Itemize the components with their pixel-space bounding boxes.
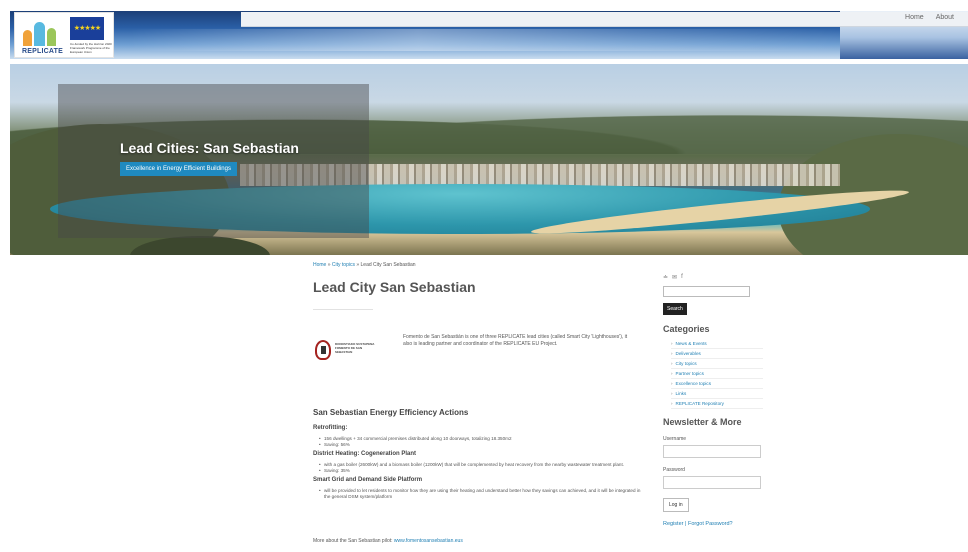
social-icons: ≐ ✉ f bbox=[663, 274, 763, 281]
category-label: Links bbox=[675, 391, 687, 396]
page-title: Lead City San Sebastian bbox=[313, 279, 476, 295]
eu-flag-icon: ★★★★★ bbox=[70, 17, 104, 40]
categories-list: › News & Events › Deliverables › City topic… bbox=[671, 339, 763, 409]
intro-section: DONOSTIAKO SUSTAPENA FOMENTO DE SAN SEBA… bbox=[313, 334, 643, 368]
password-label: Password bbox=[663, 467, 685, 473]
logo-wordmark: REPLICATE bbox=[22, 48, 63, 55]
pilot-website-link[interactable]: www.fomentosansebastian.eus bbox=[394, 538, 463, 544]
newsletter-title: Newsletter & More bbox=[663, 417, 742, 427]
more-info: More about the San Sebastian pilot: www.… bbox=[313, 538, 463, 544]
chevron-right-icon: › bbox=[671, 391, 673, 396]
search-button[interactable]: Search bbox=[663, 303, 687, 315]
list-item: will be provided to let residents to mon… bbox=[319, 488, 643, 499]
login-button[interactable]: Log in bbox=[663, 498, 689, 512]
sidebar: ≐ ✉ f Search Categories › News & Events ›… bbox=[663, 274, 763, 527]
account-links: Register | Forgot Password? bbox=[663, 521, 763, 527]
username-field[interactable] bbox=[663, 445, 761, 458]
top-bar bbox=[241, 12, 968, 27]
category-item[interactable]: › News & Events bbox=[671, 339, 763, 349]
category-item[interactable]: › Links bbox=[671, 389, 763, 399]
city-emblem-icon bbox=[315, 340, 331, 360]
site-logo[interactable]: REPLICATE ★★★★★ Co-funded by the Horizon… bbox=[14, 12, 114, 58]
title-divider bbox=[313, 309, 373, 310]
chevron-right-icon: › bbox=[671, 341, 673, 346]
nav-home-link[interactable]: Home bbox=[905, 14, 924, 21]
category-item[interactable]: › City topics bbox=[671, 359, 763, 369]
category-item[interactable]: › Deliverables bbox=[671, 349, 763, 359]
nav-about-link[interactable]: About bbox=[936, 14, 954, 21]
partner-logo: DONOSTIAKO SUSTAPENA FOMENTO DE SAN SEBA… bbox=[313, 340, 375, 362]
eu-funding-text: Co-funded by the Horizon 2020 Framework … bbox=[70, 42, 112, 54]
categories-title: Categories bbox=[663, 324, 710, 334]
list-item: Saving: 56% bbox=[319, 442, 643, 448]
chevron-right-icon: › bbox=[671, 401, 673, 406]
breadcrumb: Home » City topics » Lead City San Sebas… bbox=[313, 262, 643, 268]
password-field[interactable] bbox=[663, 476, 761, 489]
facebook-icon[interactable]: f bbox=[681, 274, 683, 281]
breadcrumb-current: Lead City San Sebastian bbox=[360, 262, 416, 268]
mail-icon[interactable]: ✉ bbox=[672, 274, 677, 281]
register-link[interactable]: Register bbox=[663, 521, 683, 527]
category-label: REPLICATE Repository bbox=[675, 401, 724, 406]
chevron-right-icon: › bbox=[671, 351, 673, 356]
logo-building-icon bbox=[47, 28, 56, 46]
username-label: Username bbox=[663, 436, 687, 442]
top-nav: Home About bbox=[905, 14, 954, 21]
rss-icon[interactable]: ≐ bbox=[663, 274, 668, 281]
main-content: Home » City topics » Lead City San Sebas… bbox=[313, 262, 643, 544]
action-items: with a gas boiler (2600kW) and a biomass… bbox=[319, 462, 643, 473]
replicate-logo: REPLICATE bbox=[19, 16, 65, 56]
logo-building-icon bbox=[34, 22, 45, 46]
action-items: 156 dwellings + 34 commercial premises d… bbox=[319, 436, 643, 447]
hero-title: Lead Cities: San Sebastian bbox=[120, 140, 299, 156]
breadcrumb-topics-link[interactable]: City topics bbox=[332, 262, 355, 268]
banner-clouds bbox=[130, 29, 850, 51]
category-item[interactable]: › REPLICATE Repository bbox=[671, 399, 763, 409]
action-heading: Smart Grid and Demand Side Platform bbox=[313, 477, 423, 484]
chevron-right-icon: › bbox=[671, 371, 673, 376]
actions-list: Retrofitting: 156 dwellings + 34 commerc… bbox=[313, 421, 643, 500]
partner-logo-text: DONOSTIAKO SUSTAPENA FOMENTO DE SAN SEBA… bbox=[335, 342, 375, 354]
search-input[interactable] bbox=[663, 286, 750, 297]
logo-building-icon bbox=[23, 30, 32, 46]
section-title: San Sebastian Energy Efficiency Actions bbox=[313, 408, 469, 417]
chevron-right-icon: › bbox=[671, 361, 673, 366]
forgot-password-link[interactable]: Forgot Password? bbox=[688, 521, 733, 527]
more-info-text: More about the San Sebastian pilot: bbox=[313, 538, 394, 544]
category-label: Partner topics bbox=[675, 371, 704, 376]
hero-overlay bbox=[58, 84, 369, 238]
hero-topic-button[interactable]: Excellence in Energy Efficient Buildings bbox=[120, 162, 237, 176]
action-heading: Retrofitting: bbox=[313, 425, 348, 431]
category-label: City topics bbox=[675, 361, 697, 366]
chevron-right-icon: › bbox=[671, 381, 673, 386]
action-items: will be provided to let residents to mon… bbox=[319, 488, 643, 499]
site-header: Home About REPLICATE ★★★★★ Co-funded by … bbox=[0, 0, 968, 62]
list-item: Saving: 35% bbox=[319, 468, 643, 474]
category-label: Excellence topics bbox=[675, 381, 712, 386]
category-item[interactable]: › Excellence topics bbox=[671, 379, 763, 389]
hero-banner: Lead Cities: San Sebastian Excellence in… bbox=[10, 64, 968, 255]
category-label: News & Events bbox=[675, 341, 707, 346]
action-heading: District Heating: Cogeneration Plant bbox=[313, 451, 417, 458]
category-label: Deliverables bbox=[675, 351, 701, 356]
intro-text: Fomento de San Sebastián is one of three… bbox=[403, 334, 628, 347]
category-item[interactable]: › Partner topics bbox=[671, 369, 763, 379]
breadcrumb-home-link[interactable]: Home bbox=[313, 262, 326, 268]
